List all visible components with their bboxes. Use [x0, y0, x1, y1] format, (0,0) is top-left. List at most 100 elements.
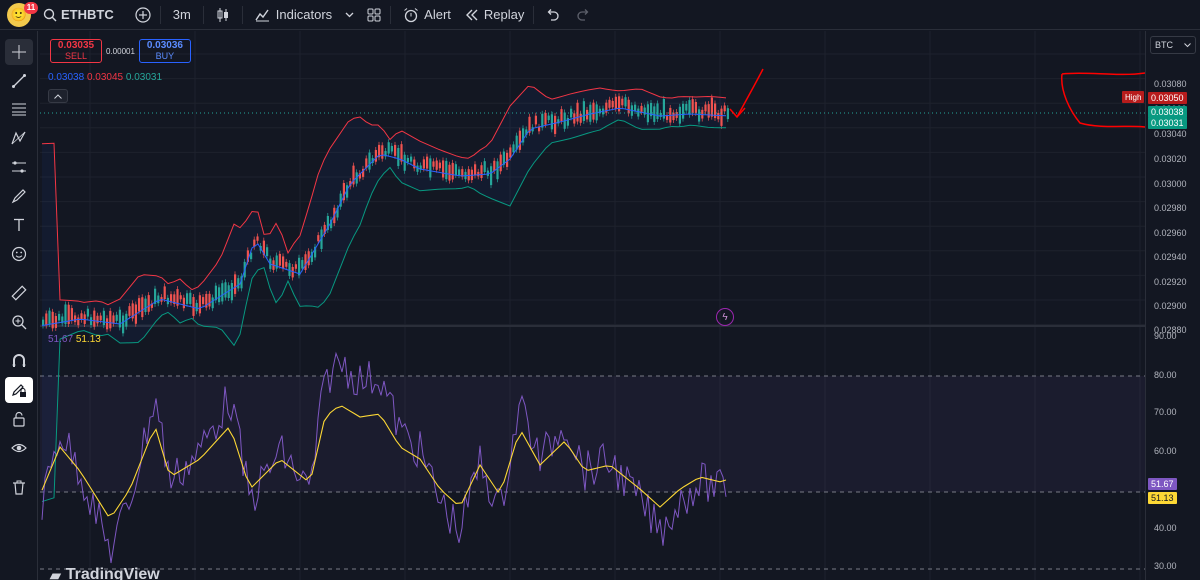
hide-drawings-tool[interactable] [5, 435, 33, 461]
trend-line-tool[interactable] [5, 68, 33, 94]
alert-button[interactable]: Alert [393, 0, 458, 30]
sell-price: 0.03035 [57, 40, 95, 51]
candle-body [474, 164, 477, 176]
candle-body [624, 97, 627, 107]
candle-body [589, 104, 592, 122]
candle-body [467, 169, 470, 181]
user-avatar[interactable]: 🙂 11 [0, 0, 38, 30]
candle-body [58, 313, 61, 321]
chart-canvas[interactable] [40, 31, 1145, 580]
magnet-tool[interactable] [5, 348, 33, 374]
candle-body [189, 292, 192, 304]
undo-button[interactable] [536, 0, 568, 30]
candle-body [102, 310, 105, 326]
candle-body [406, 157, 409, 163]
candle-body [714, 103, 717, 119]
candle-body [48, 310, 51, 325]
candle-body [432, 161, 435, 167]
notification-badge: 11 [24, 1, 38, 14]
ruler-icon [11, 285, 27, 301]
candle-body [387, 142, 390, 154]
chevron-down-icon [1184, 42, 1191, 47]
lower-band-price-tag: 0.03031 [1148, 117, 1187, 129]
redo-button[interactable] [568, 0, 600, 30]
candle-body [547, 115, 550, 121]
rsi-tick-label: 30.00 [1154, 561, 1177, 571]
candle-body [234, 274, 237, 294]
ruler-tool[interactable] [5, 280, 33, 306]
candle-body [685, 103, 688, 111]
zoom-in-icon [12, 315, 27, 330]
candle-body [288, 263, 291, 276]
fib-icon [12, 103, 26, 116]
candle-body [282, 256, 285, 269]
brush-icon [11, 189, 26, 204]
pattern-tool[interactable] [5, 125, 33, 151]
replay-button[interactable]: Replay [458, 0, 531, 30]
candle-body [704, 104, 707, 112]
lock-drawing-icon [12, 384, 26, 397]
candle-body [438, 162, 441, 169]
bb-lower-value: 0.03031 [125, 72, 163, 83]
stay-in-drawing-mode-tool[interactable] [5, 377, 33, 403]
price-tick-label: 0.03020 [1154, 154, 1187, 164]
candle-body [710, 97, 713, 117]
currency-select[interactable]: BTC [1150, 36, 1196, 54]
lock-drawings-tool[interactable] [5, 406, 33, 432]
crosshair-tool[interactable] [5, 39, 33, 65]
price-tick-label: 0.03080 [1154, 79, 1187, 89]
symbol-search-button[interactable]: ETHBTC [36, 0, 121, 30]
fib-tool[interactable] [5, 96, 33, 122]
buy-button[interactable]: 0.03036 BUY [138, 39, 191, 63]
candle-body [634, 104, 637, 111]
indicators-dropdown[interactable] [339, 0, 360, 30]
compare-symbol-button[interactable] [121, 0, 158, 30]
quick-trade-panel: 0.03035 SELL 0.00001 0.03036 BUY [50, 39, 191, 63]
candle-body [54, 315, 57, 328]
pattern-icon [11, 131, 26, 145]
candle-body [429, 158, 432, 178]
candle-body [45, 313, 48, 326]
remove-drawings-tool[interactable] [5, 474, 33, 500]
emoji-icon [11, 246, 27, 262]
emoji-tool[interactable] [5, 241, 33, 267]
candle-body [163, 286, 166, 300]
collapse-legend-button[interactable] [48, 89, 68, 103]
symbol-label: ETHBTC [61, 7, 114, 22]
candle-body [499, 154, 502, 172]
candle-body [221, 283, 224, 302]
candle-body [138, 298, 141, 312]
candle-body [544, 113, 547, 125]
chart-type-button[interactable] [206, 0, 240, 30]
indicators-button[interactable]: Indicators [245, 0, 339, 30]
trend-line-icon [12, 74, 26, 88]
divider [202, 5, 204, 24]
candle-body [122, 315, 125, 334]
price-tick-label: 0.02960 [1154, 228, 1187, 238]
candle-body [237, 278, 240, 289]
candle-body [86, 308, 89, 317]
templates-button[interactable] [360, 0, 388, 30]
tv-logo-icon: ▰ [50, 566, 61, 580]
forecast-tool[interactable] [5, 154, 33, 180]
candle-body [278, 253, 281, 266]
candle-body [317, 235, 320, 242]
undo-icon [547, 8, 559, 21]
candle-body [224, 282, 227, 298]
rsi-tick-label: 90.00 [1154, 331, 1177, 341]
lightning-icon[interactable]: ϟ [716, 308, 734, 326]
rsi-tick-label: 40.00 [1154, 523, 1177, 533]
brush-tool[interactable] [5, 183, 33, 209]
rsi-tick-label: 70.00 [1154, 407, 1177, 417]
buy-price: 0.03036 [146, 40, 183, 51]
sell-button[interactable]: 0.03035 SELL [50, 39, 102, 63]
candle-body [90, 317, 93, 325]
interval-button[interactable]: 3m [163, 0, 201, 30]
redo-icon [577, 8, 589, 21]
candle-body [720, 108, 723, 126]
candle-body [118, 309, 121, 328]
zoom-tool[interactable] [5, 309, 33, 335]
divider [533, 5, 535, 24]
high-price-tag: 0.03050 [1148, 92, 1187, 104]
text-tool[interactable] [5, 212, 33, 238]
